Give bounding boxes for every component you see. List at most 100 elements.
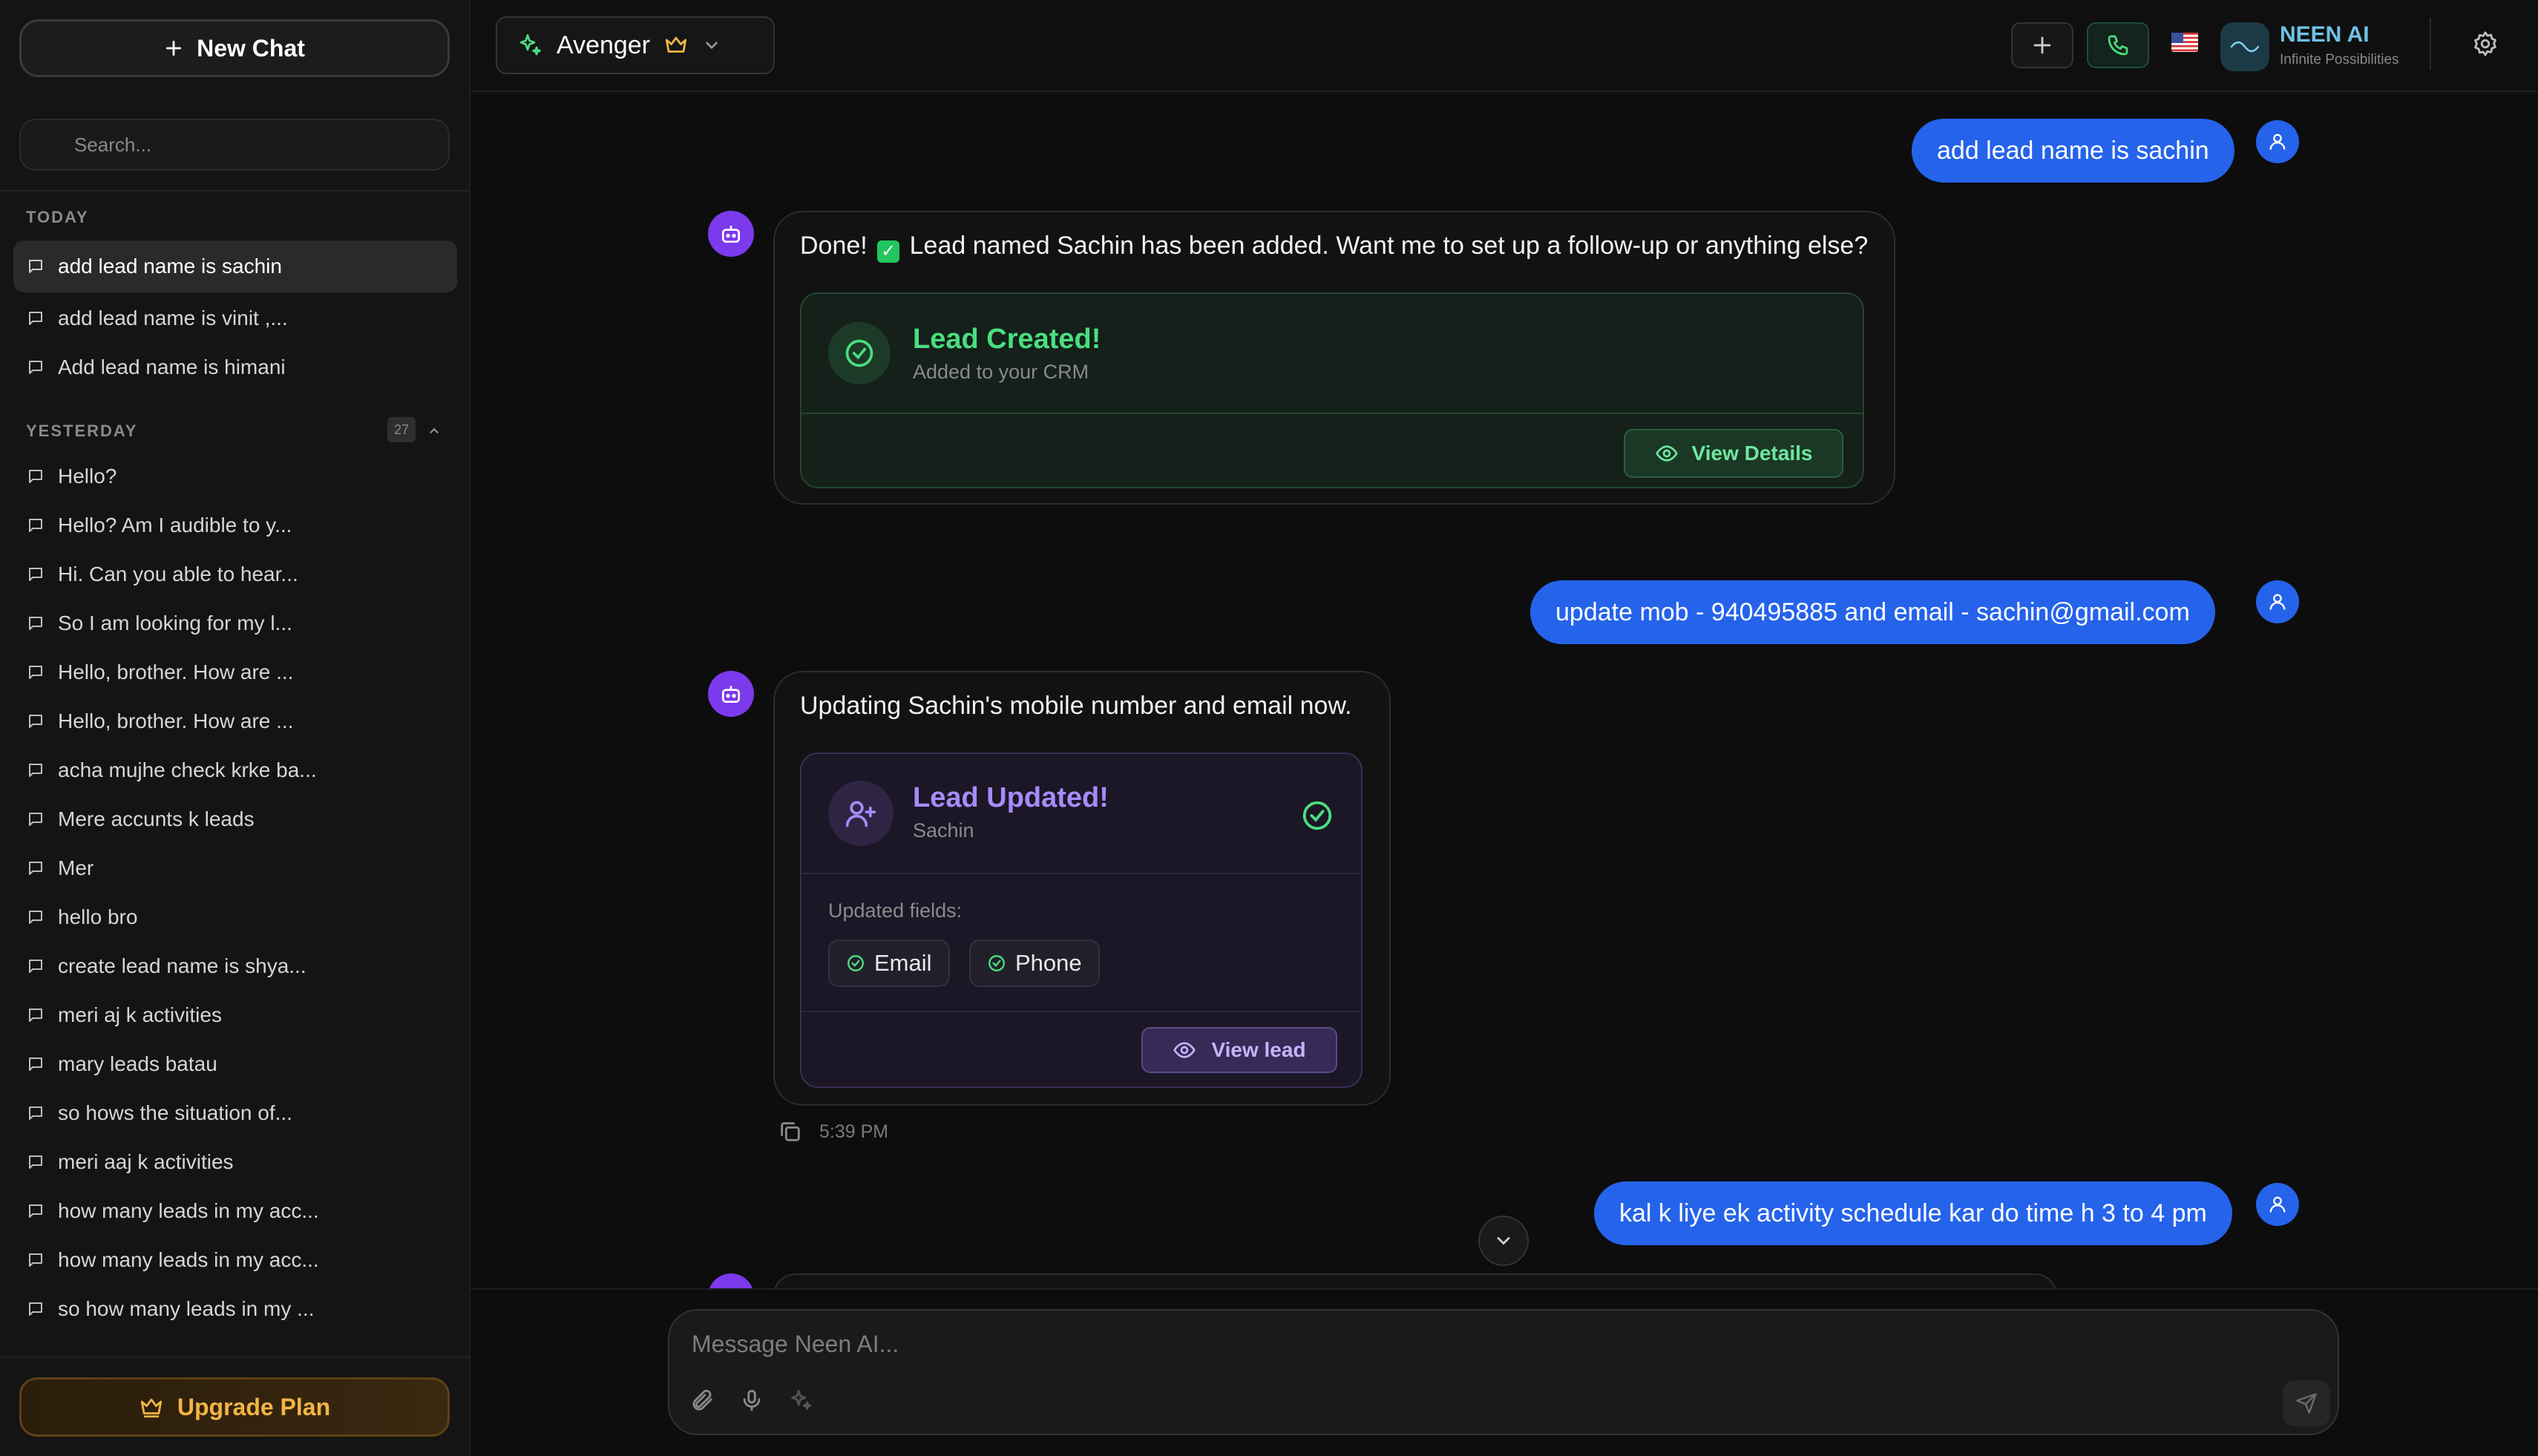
gear-icon[interactable]	[2471, 30, 2499, 58]
conversation-label: acha mujhe check krke ba...	[58, 758, 317, 781]
conversation-item[interactable]: So I am looking for my l...	[13, 597, 457, 649]
conversation-item[interactable]: meri aaj k activities	[13, 1136, 457, 1188]
conversation-item[interactable]: Hi. Can you able to hear...	[13, 548, 457, 600]
divider	[0, 190, 470, 191]
message-square-icon	[27, 565, 45, 583]
assistant-message-bubble: Done! ✓ Lead named Sachin has been added…	[773, 211, 1895, 505]
brand-tagline: Infinite Possibilities	[2280, 52, 2399, 68]
divider	[2430, 18, 2431, 70]
divider	[801, 1011, 1361, 1012]
message-square-icon	[27, 859, 45, 877]
upgrade-plan-button[interactable]: Upgrade Plan	[19, 1377, 450, 1437]
conversation-item[interactable]: Hello, brother. How are ...	[13, 695, 457, 747]
assistant-message-text: Done! ✓ Lead named Sachin has been added…	[800, 232, 1869, 263]
message-square-icon	[27, 468, 45, 485]
divider	[801, 873, 1361, 874]
chevron-down-icon	[1493, 1230, 1514, 1251]
new-chat-plus-button[interactable]	[2011, 22, 2073, 68]
model-selector[interactable]: Avenger	[496, 16, 775, 74]
conversation-item[interactable]: meri aj k activities	[13, 989, 457, 1041]
lead-updated-card: Lead Updated! Sachin Updated fields: Ema…	[800, 752, 1363, 1088]
crown-icon	[663, 33, 689, 58]
message-square-icon	[27, 258, 45, 275]
conversation-item[interactable]: hello bro	[13, 891, 457, 943]
copy-icon[interactable]	[778, 1119, 803, 1144]
message-square-icon	[27, 1153, 45, 1171]
search-input[interactable]: Search...	[19, 119, 450, 171]
brand-logo-icon	[2220, 22, 2269, 71]
us-flag-icon[interactable]	[2171, 33, 2198, 52]
message-square-icon	[27, 1300, 45, 1318]
conversation-label: meri aaj k activities	[58, 1150, 234, 1173]
user-icon	[2267, 131, 2288, 152]
send-icon	[2295, 1392, 2318, 1414]
conversation-label: add lead name is vinit ,...	[58, 306, 288, 329]
view-details-button[interactable]: View Details	[1624, 429, 1843, 478]
call-button[interactable]	[2087, 22, 2149, 68]
updated-fields-label: Updated fields:	[828, 899, 963, 922]
new-chat-button[interactable]: New Chat	[19, 19, 450, 77]
conversation-label: Hello? Am I audible to y...	[58, 514, 292, 537]
conversation-item[interactable]: Add lead name is himani	[13, 341, 457, 393]
section-label-today: TODAY	[26, 208, 89, 226]
card-subtitle: Added to your CRM	[913, 361, 1089, 383]
check-circle-icon	[1300, 798, 1334, 833]
phone-icon	[2106, 33, 2130, 57]
conversation-label: So I am looking for my l...	[58, 611, 292, 634]
message-composer	[668, 1309, 2339, 1435]
conversation-label: so how many leads in my ...	[58, 1297, 315, 1320]
user-avatar	[2256, 580, 2299, 623]
user-message-bubble: kal k liye ek activity schedule kar do t…	[1594, 1181, 2232, 1245]
brand-name: NEEN AI	[2280, 22, 2370, 47]
card-title: Lead Created!	[913, 324, 1101, 355]
conversation-label: create lead name is shya...	[58, 954, 306, 977]
paperclip-icon[interactable]	[690, 1388, 715, 1413]
conversation-item[interactable]: Hello, brother. How are ...	[13, 646, 457, 698]
conversation-item[interactable]: Hello?	[13, 450, 457, 502]
send-button[interactable]	[2283, 1380, 2330, 1426]
conversation-item[interactable]: Mere accunts k leads	[13, 793, 457, 845]
scroll-to-bottom-button[interactable]	[1478, 1216, 1529, 1266]
user-icon	[2267, 1194, 2288, 1215]
message-input[interactable]	[690, 1325, 2026, 1362]
chevron-down-icon	[702, 36, 721, 55]
conversation-label: Hello?	[58, 465, 117, 488]
sparkles-icon[interactable]	[788, 1388, 813, 1413]
chevron-up-icon[interactable]	[426, 423, 442, 439]
user-message-bubble: update mob - 940495885 and email - sachi…	[1530, 580, 2215, 644]
message-square-icon	[27, 810, 45, 828]
divider	[0, 1357, 470, 1358]
conversation-item[interactable]: how many leads in my acc...	[13, 1185, 457, 1237]
conversation-item[interactable]: create lead name is shya...	[13, 940, 457, 992]
message-square-icon	[27, 1104, 45, 1122]
bot-icon	[719, 222, 743, 246]
message-square-icon	[27, 614, 45, 632]
conversation-item[interactable]: so hows the situation of...	[13, 1087, 457, 1139]
new-chat-label: New Chat	[197, 34, 305, 62]
user-avatar	[2256, 1183, 2299, 1226]
message-square-icon	[27, 1006, 45, 1024]
sidebar: New Chat Search... TODAY add lead name i…	[0, 0, 470, 1456]
assistant-message-bubble: Updating Sachin's mobile number and emai…	[773, 671, 1391, 1106]
message-square-icon	[27, 358, 45, 376]
conversation-item[interactable]: Mer	[13, 842, 457, 894]
message-timestamp: 5:39 PM	[819, 1121, 889, 1142]
conversation-item[interactable]: mary leads batau	[13, 1038, 457, 1090]
conversation-item[interactable]: so how many leads in my ...	[13, 1283, 457, 1335]
microphone-icon[interactable]	[739, 1388, 764, 1413]
model-name: Avenger	[557, 30, 651, 59]
conversation-label: Mer	[58, 856, 94, 879]
view-lead-button[interactable]: View lead	[1141, 1027, 1337, 1073]
conversation-item[interactable]: add lead name is vinit ,...	[13, 292, 457, 344]
conversation-item[interactable]: Hello? Am I audible to y...	[13, 499, 457, 551]
card-title: Lead Updated!	[913, 782, 1109, 813]
conversation-label: meri aj k activities	[58, 1003, 222, 1026]
conversation-item[interactable]: add lead name is sachin	[13, 240, 457, 292]
conversation-item[interactable]: acha mujhe check krke ba...	[13, 744, 457, 796]
message-square-icon	[27, 309, 45, 327]
check-circle-icon	[828, 322, 891, 384]
conversation-item[interactable]: how many leads in my acc...	[13, 1234, 457, 1286]
conversation-label: so hows the situation of...	[58, 1101, 292, 1124]
message-square-icon	[27, 517, 45, 534]
user-avatar	[2256, 120, 2299, 163]
